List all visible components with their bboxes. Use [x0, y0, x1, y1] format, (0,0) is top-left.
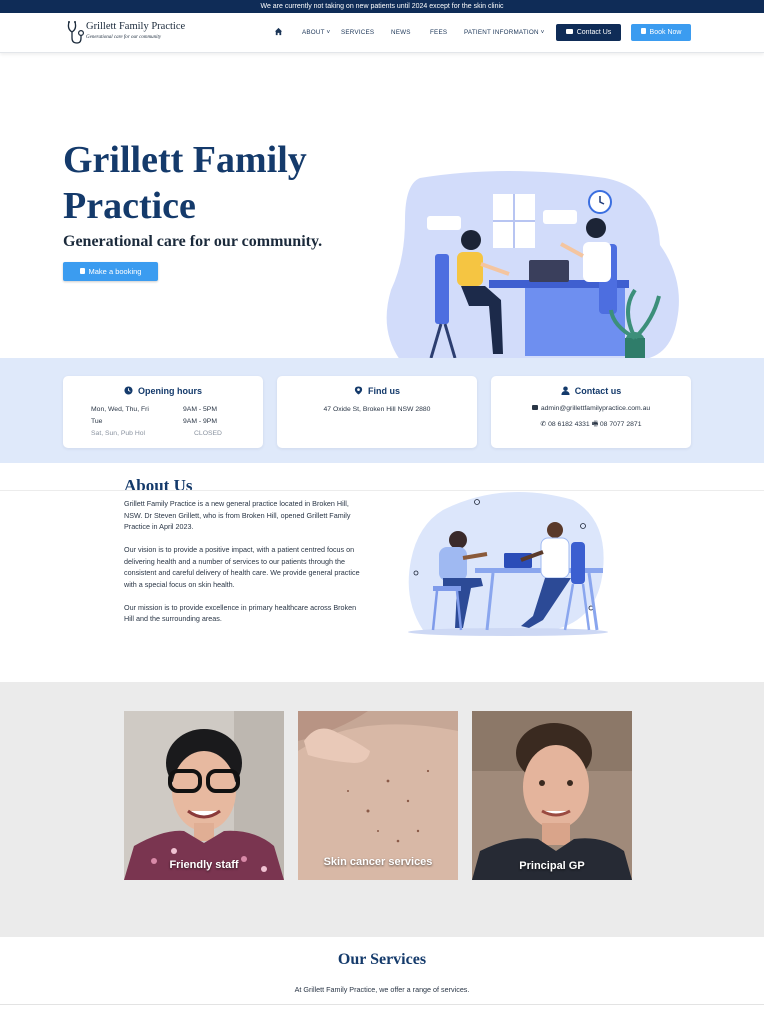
- hours-time-1: 9AM - 5PM: [183, 406, 217, 413]
- about-text: Grillett Family Practice is a new genera…: [124, 498, 364, 636]
- envelope-icon: [565, 29, 573, 34]
- logo-name: Grillett Family Practice: [86, 21, 186, 32]
- phone-fax-line: ✆ 08 6182 4331 🖷 08 7077 2871: [491, 420, 691, 431]
- phone-icon: ✆: [540, 421, 549, 428]
- opening-hours-title: Opening hours: [63, 386, 263, 396]
- logo-tagline: Generational care for our community: [86, 35, 162, 40]
- about-title: About Us: [124, 476, 193, 495]
- fax-text: 08 7077 2871: [599, 421, 642, 428]
- phone-link[interactable]: 08 6182 4331: [548, 421, 590, 428]
- envelope-icon: [531, 405, 538, 410]
- photo-skin-cancer-services-label: Skin cancer services: [323, 856, 433, 868]
- about-paragraph-1: Grillett Family Practice is a new genera…: [124, 499, 351, 531]
- about-paragraph-2: Our vision is to provide a positive impa…: [124, 545, 360, 589]
- announcement-bar: We are currently not taking on new patie…: [0, 0, 764, 13]
- about-paragraph-3: Our mission is to provide excellence in …: [124, 602, 357, 624]
- nav-fees[interactable]: FEES: [430, 29, 447, 41]
- photo-friendly-staff[interactable]: Friendly staff: [124, 711, 284, 880]
- address-text: 47 Oxide St, Broken Hill NSW 2880: [323, 406, 431, 413]
- find-us-title: Find us: [277, 386, 477, 396]
- chevron-down-icon: ˅: [324, 29, 331, 36]
- find-us-title-text: Find us: [368, 386, 400, 396]
- photo-principal-gp[interactable]: Principal GP: [472, 711, 632, 880]
- make-booking-button[interactable]: Make a booking: [63, 262, 158, 281]
- nav-patient-information[interactable]: PATIENT INFORMATION ˅: [464, 29, 545, 41]
- nav-about-label: ABOUT: [302, 29, 325, 36]
- nav-about[interactable]: ABOUT ˅: [302, 29, 330, 41]
- contact-us-title: Contact us: [491, 386, 691, 396]
- opening-hours-card: Opening hours Mon, Wed, Thu, Fri 9AM - 5…: [63, 376, 263, 448]
- calendar-icon: [640, 28, 646, 34]
- hero-title: Grillett Family Practice: [63, 139, 307, 227]
- calendar-icon: [79, 268, 85, 274]
- contact-us-button[interactable]: Contact Us: [556, 24, 621, 41]
- book-now-label: Book Now: [649, 29, 682, 36]
- site-header: Grillett Family Practice Generational ca…: [0, 13, 764, 53]
- opening-hours-title-text: Opening hours: [138, 386, 202, 396]
- find-us-card: Find us 47 Oxide St, Broken Hill NSW 288…: [277, 376, 477, 448]
- services-divider: [0, 1004, 764, 1005]
- gp-photo: [472, 711, 632, 880]
- contact-us-label: Contact Us: [576, 29, 612, 36]
- map-pin-icon: [354, 386, 363, 395]
- photo-friendly-staff-label: Friendly staff: [169, 859, 239, 871]
- hours-time-2: 9AM - 9PM: [183, 418, 217, 425]
- stethoscope-logo-icon: [67, 21, 84, 44]
- home-icon[interactable]: [274, 27, 283, 36]
- book-now-button[interactable]: Book Now: [631, 24, 691, 41]
- nav-services[interactable]: SERVICES: [341, 29, 374, 41]
- staff-photo: [124, 711, 284, 880]
- services-title: Our Services: [337, 951, 427, 968]
- contact-us-title-text: Contact us: [574, 386, 622, 396]
- hero-subtitle: Generational care for our community.: [63, 233, 323, 250]
- doctor-consultation-illustration: [386, 171, 679, 360]
- skin-photo: [298, 711, 458, 880]
- hours-days-1: Mon, Wed, Thu, Fri: [91, 406, 149, 413]
- site-logo[interactable]: Grillett Family Practice Generational ca…: [66, 19, 196, 49]
- email-text: admin@grillettfamilypractice.com.au: [540, 405, 651, 412]
- user-icon: [561, 386, 570, 395]
- chevron-down-icon: ˅: [538, 29, 545, 36]
- nav-patient-information-label: PATIENT INFORMATION: [464, 29, 539, 36]
- nav-news[interactable]: NEWS: [391, 29, 411, 41]
- hours-days-2: Tue: [91, 418, 103, 425]
- email-link[interactable]: admin@grillettfamilypractice.com.au: [491, 405, 691, 412]
- photo-principal-gp-label: Principal GP: [519, 860, 585, 872]
- photo-skin-cancer-services[interactable]: Skin cancer services: [298, 711, 458, 880]
- hours-time-3: CLOSED: [194, 430, 222, 437]
- fax-icon: 🖷: [591, 421, 600, 428]
- contact-card: Contact us admin@grillettfamilypractice.…: [491, 376, 691, 448]
- about-divider: [0, 490, 764, 491]
- services-intro: At Grillett Family Practice, we offer a …: [294, 985, 470, 994]
- patient-doctor-illustration: [408, 492, 608, 636]
- make-booking-label: Make a booking: [88, 267, 142, 276]
- clock-icon: [124, 386, 133, 395]
- hours-days-3: Sat, Sun, Pub Hol: [91, 430, 146, 437]
